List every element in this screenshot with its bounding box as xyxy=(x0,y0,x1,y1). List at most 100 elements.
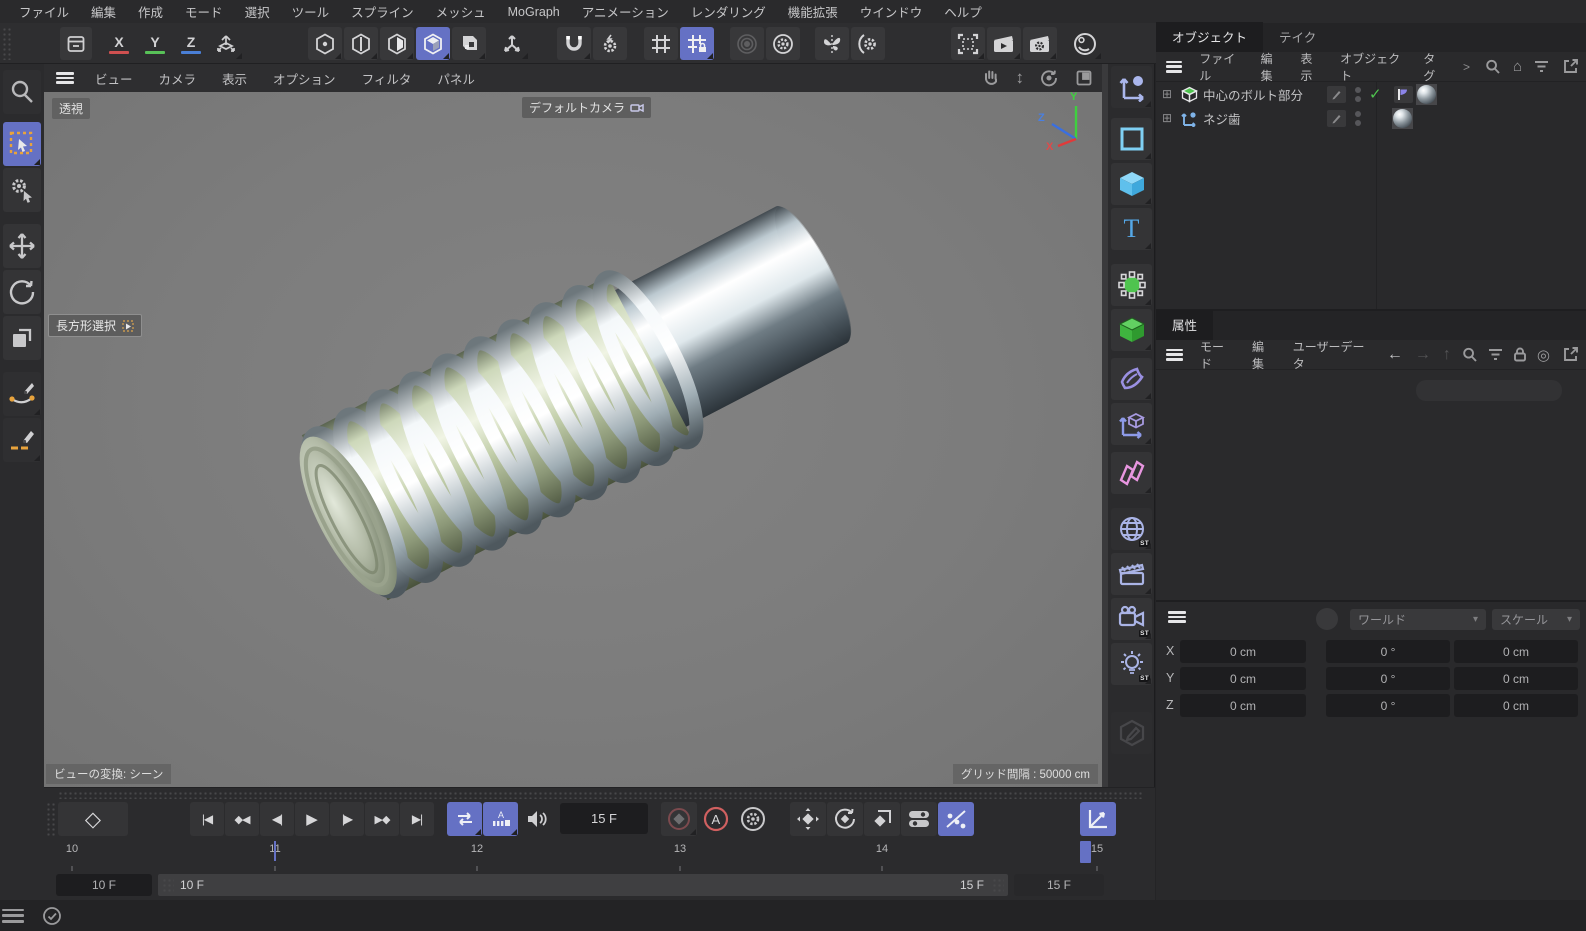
snap-settings-button[interactable] xyxy=(593,27,627,60)
key-position-button[interactable] xyxy=(790,802,826,836)
current-frame-field[interactable]: 15 F xyxy=(560,803,648,834)
key-pla-button[interactable] xyxy=(938,802,974,836)
record-keyframe-button[interactable] xyxy=(661,802,697,836)
attr-menu-mode[interactable]: モード xyxy=(1191,338,1243,372)
rotate-tool[interactable] xyxy=(3,270,41,314)
om-menu-tags[interactable]: タグ xyxy=(1414,50,1454,84)
range-slider[interactable]: 10 F 15 F xyxy=(158,874,1008,896)
attr-menu-userdata[interactable]: ユーザーデータ xyxy=(1284,338,1381,372)
grid-button[interactable] xyxy=(644,27,678,60)
snap-button[interactable] xyxy=(557,27,591,60)
next-frame-button[interactable]: |▶ xyxy=(330,802,364,836)
menu-extensions[interactable]: 機能拡張 xyxy=(777,0,849,23)
menu-animation[interactable]: アニメーション xyxy=(571,0,680,23)
attribute-hamburger-icon[interactable] xyxy=(1166,349,1183,361)
tweak-tool[interactable] xyxy=(3,168,41,212)
attr-menu-edit[interactable]: 編集 xyxy=(1243,338,1284,372)
om-menu-edit[interactable]: 編集 xyxy=(1252,50,1292,84)
render-settings-button[interactable] xyxy=(1023,27,1057,60)
vp-menu-view[interactable]: ビュー xyxy=(82,69,146,88)
axis-y-button[interactable]: Y xyxy=(139,27,171,60)
workplane-settings-button[interactable] xyxy=(766,27,800,60)
attr-record-icon[interactable]: ◎ xyxy=(1532,346,1555,364)
range-end-field[interactable]: 15 F xyxy=(1014,874,1104,896)
expand-icon[interactable]: ⊞ xyxy=(1162,87,1176,101)
subdivision-surface-button[interactable] xyxy=(1111,264,1152,306)
camera-label-chip[interactable]: デフォルトカメラ xyxy=(522,97,651,118)
menu-file[interactable]: ファイル xyxy=(8,0,80,23)
attr-back-icon[interactable]: ← xyxy=(1381,346,1409,364)
camera-switch-icon[interactable] xyxy=(630,102,644,114)
prev-frame-button[interactable]: ◀| xyxy=(260,802,294,836)
edit-toggle[interactable] xyxy=(1327,110,1346,127)
polygons-mode-button[interactable] xyxy=(380,27,414,60)
attr-search-icon[interactable] xyxy=(1457,347,1483,363)
om-home-icon[interactable]: ⌂ xyxy=(1507,58,1528,75)
vp-menu-camera[interactable]: カメラ xyxy=(146,69,210,88)
status-check-icon[interactable] xyxy=(42,906,62,926)
projection-label[interactable]: 透視 xyxy=(52,98,90,119)
range-grip-right[interactable] xyxy=(992,878,1004,892)
timeline-editor-button[interactable] xyxy=(1080,802,1116,836)
rectangle-select-tool[interactable] xyxy=(3,122,41,166)
modeling-axis-button[interactable] xyxy=(1111,403,1152,445)
screw-3d-object[interactable] xyxy=(44,92,1102,787)
motext-button[interactable]: T xyxy=(1111,208,1152,250)
menu-render[interactable]: レンダリング xyxy=(680,0,777,23)
attr-forward-icon[interactable]: → xyxy=(1409,346,1437,364)
autokey-mini-button[interactable]: A xyxy=(483,802,518,836)
pan-view-icon[interactable] xyxy=(974,69,1008,87)
model-mode-button[interactable] xyxy=(416,27,450,60)
tab-take[interactable]: テイク xyxy=(1263,22,1332,52)
object-tree[interactable]: ⊞ 中心のボルト部分 ✓ ⊞ ネジ歯 xyxy=(1156,82,1586,309)
key-rotation-button[interactable] xyxy=(827,802,863,836)
vp-menu-options[interactable]: オプション xyxy=(260,69,349,88)
material-tag[interactable] xyxy=(1416,84,1437,105)
material-tag[interactable] xyxy=(1392,108,1413,129)
menu-mograph[interactable]: MoGraph xyxy=(497,0,571,23)
camera-object-button[interactable]: ST xyxy=(1111,598,1152,640)
material-button[interactable] xyxy=(1068,27,1102,60)
object-row-thread[interactable]: ⊞ ネジ歯 xyxy=(1156,106,1586,130)
coord-space-dropdown[interactable]: ワールド ▾ xyxy=(1350,609,1486,630)
range-start-field[interactable]: 10 F xyxy=(56,874,152,896)
perspective-viewport[interactable]: 透視 デフォルトカメラ 長方形選択 Y Z X ビューの変換: シーン グリッド… xyxy=(44,92,1102,787)
play-button[interactable]: ▶ xyxy=(295,802,329,836)
edit-toggle[interactable] xyxy=(1327,86,1346,103)
render-region-button[interactable] xyxy=(951,27,985,60)
edges-mode-button[interactable] xyxy=(344,27,378,60)
stage-object-button[interactable] xyxy=(1111,553,1152,595)
om-menu-objects[interactable]: オブジェクト xyxy=(1331,50,1414,84)
spline-pen-tool[interactable] xyxy=(3,372,41,416)
object-name[interactable]: ネジ歯 xyxy=(1203,109,1327,128)
spline-primitive-button[interactable] xyxy=(1111,118,1152,160)
rotate-view-icon[interactable] xyxy=(1032,69,1066,87)
deformer-button[interactable] xyxy=(1111,358,1152,400)
layout-box-button[interactable] xyxy=(60,27,92,60)
keyframe-button[interactable]: ◇ xyxy=(58,802,128,836)
coord-apply-button[interactable] xyxy=(1316,608,1338,630)
target-disabled-button[interactable] xyxy=(730,27,764,60)
object-name[interactable]: 中心のボルト部分 xyxy=(1203,85,1327,104)
coord-x-scale-field[interactable]: 0 cm xyxy=(1454,640,1578,663)
vp-menu-display[interactable]: 表示 xyxy=(209,69,260,88)
playhead[interactable] xyxy=(1080,841,1091,863)
sound-button[interactable] xyxy=(519,802,554,836)
autokey-button[interactable]: A xyxy=(698,802,734,836)
menu-mode[interactable]: モード xyxy=(174,0,234,23)
scale-tool[interactable] xyxy=(3,316,41,360)
coordinate-system-button[interactable] xyxy=(209,27,243,60)
tab-objects[interactable]: オブジェクト xyxy=(1156,22,1263,52)
coord-hamburger-icon[interactable] xyxy=(1168,611,1186,623)
coord-x-rot-field[interactable]: 0 ° xyxy=(1326,640,1450,663)
menu-create[interactable]: 作成 xyxy=(127,0,174,23)
texture-mode-button[interactable] xyxy=(452,27,486,60)
menu-spline[interactable]: スプライン xyxy=(340,0,425,23)
attribute-empty-field[interactable] xyxy=(1416,380,1562,401)
dolly-view-icon[interactable]: ↕ xyxy=(1008,68,1033,88)
menu-help[interactable]: ヘルプ xyxy=(933,0,993,23)
instance-button[interactable] xyxy=(1111,452,1152,494)
primitive-cube-button[interactable] xyxy=(1111,163,1152,205)
next-key-button[interactable]: ▶◆ xyxy=(365,802,399,836)
attr-lock-icon[interactable] xyxy=(1508,347,1532,362)
